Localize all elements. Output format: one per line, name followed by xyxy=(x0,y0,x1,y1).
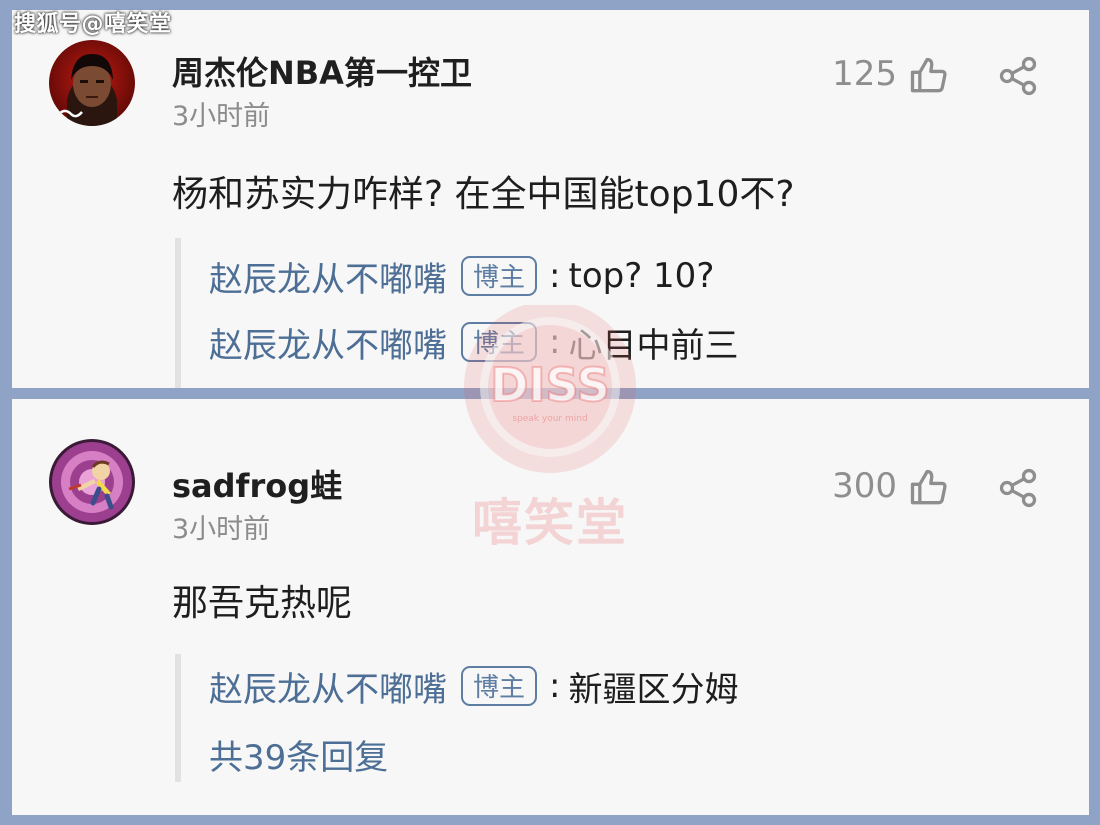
author-badge: 博主 xyxy=(461,256,538,296)
comment-card: 周杰伦NBA第一控卫 3小时前 125 杨和苏实力咋样? 在全中国能top10不… xyxy=(12,10,1089,388)
like-count: 300 xyxy=(832,466,897,506)
comment-timestamp: 3小时前 xyxy=(172,514,271,545)
thumbs-up-icon xyxy=(910,57,947,93)
comment-timestamp: 3小时前 xyxy=(172,101,271,132)
share-button[interactable] xyxy=(996,54,1040,98)
reply-text: top? 10? xyxy=(568,256,715,296)
comment-card: sadfrog蛙 3小时前 300 那吾克热呢 赵辰龙从不嘟嘴 博主 : 新疆区… xyxy=(12,399,1089,815)
comment-username[interactable]: 周杰伦NBA第一控卫 xyxy=(172,48,472,94)
avatar[interactable] xyxy=(49,40,135,126)
author-badge: 博主 xyxy=(461,666,538,706)
reply-item: 赵辰龙从不嘟嘴 博主 : 新疆区分姆 xyxy=(209,662,738,710)
reply-item: 赵辰龙从不嘟嘴 博主 : 心目中前三 xyxy=(209,318,738,366)
thumbs-up-icon xyxy=(910,469,947,505)
reply-author-link[interactable]: 赵辰龙从不嘟嘴 xyxy=(209,662,447,711)
share-icon xyxy=(999,56,1037,96)
avatar-image xyxy=(49,40,135,126)
reply-separator: : xyxy=(549,256,561,296)
reply-text: 新疆区分姆 xyxy=(568,669,739,710)
share-button[interactable] xyxy=(996,466,1040,510)
like-count: 125 xyxy=(832,54,897,94)
reply-thread: 赵辰龙从不嘟嘴 博主 : top? 10? 赵辰龙从不嘟嘴 博主 : 心目中前三 xyxy=(175,238,921,388)
view-all-replies-link[interactable]: 共39条回复 xyxy=(209,730,388,779)
like-button[interactable] xyxy=(907,466,951,510)
avatar[interactable] xyxy=(49,439,135,525)
comment-body: 那吾克热呢 xyxy=(172,583,353,624)
reply-author-link[interactable]: 赵辰龙从不嘟嘴 xyxy=(209,318,447,367)
source-banner: 搜狐号@嘻笑堂 xyxy=(14,12,172,37)
reply-text: 心目中前三 xyxy=(568,325,739,366)
avatar-image xyxy=(49,439,135,525)
share-icon xyxy=(999,468,1037,508)
comment-username[interactable]: sadfrog蛙 xyxy=(172,461,342,507)
reply-author-link[interactable]: 赵辰龙从不嘟嘴 xyxy=(209,252,447,301)
author-badge: 博主 xyxy=(461,322,538,362)
comment-body: 杨和苏实力咋样? 在全中国能top10不? xyxy=(172,174,795,215)
reply-item: 赵辰龙从不嘟嘴 博主 : top? 10? xyxy=(209,252,714,300)
reply-thread: 赵辰龙从不嘟嘴 博主 : 新疆区分姆 共39条回复 xyxy=(175,654,921,782)
reply-separator: : xyxy=(549,322,561,362)
like-button[interactable] xyxy=(907,54,951,98)
reply-separator: : xyxy=(549,666,561,706)
